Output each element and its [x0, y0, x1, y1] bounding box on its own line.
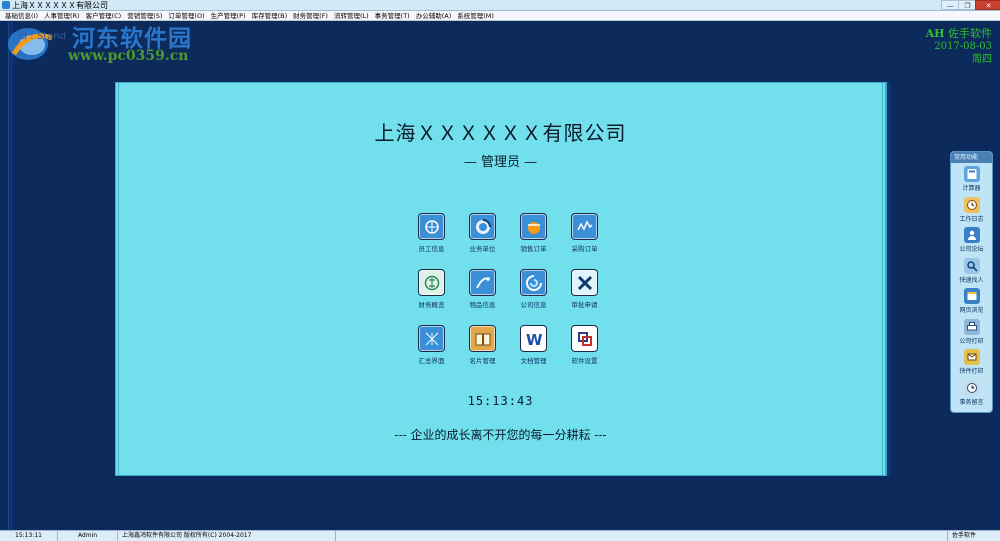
tile-summary-label: 汇总界面 — [418, 357, 445, 365]
tile-finance-label: 财务概览 — [418, 301, 445, 309]
status-spacer — [336, 531, 948, 541]
title-bar: 上海ＸＸＸＸＸＸ有限公司 — ❐ ✕ — [0, 0, 1000, 11]
tile-card-manage-label: 名片管理 — [469, 357, 496, 365]
tile-item-info-label: 物品信息 — [469, 301, 496, 309]
card-manage-icon — [469, 325, 496, 352]
tile-finance[interactable]: 财务概览 — [406, 269, 457, 309]
status-time: 15:13:11 — [0, 531, 58, 541]
brand-weekday: 周四 — [972, 54, 992, 65]
tile-purchase-order-label: 采购订单 — [571, 245, 598, 253]
quick-calculator[interactable]: 计算器 — [951, 163, 992, 194]
brand-ah: AH — [925, 27, 945, 40]
quick-forum-label: 公司论坛 — [959, 246, 984, 253]
svg-text:W: W — [526, 331, 543, 348]
status-user: Admin — [58, 531, 118, 541]
tile-approval[interactable]: 审批申请 — [559, 269, 610, 309]
employee-icon — [418, 213, 445, 240]
app-icon — [2, 1, 10, 9]
business-unit-icon — [469, 213, 496, 240]
forum-icon — [963, 227, 980, 243]
tile-summary[interactable]: 汇总界面 — [406, 325, 457, 365]
sales-order-icon — [520, 213, 547, 240]
document-icon: W — [520, 325, 547, 352]
quick-calculator-label: 计算器 — [962, 185, 981, 192]
quick-printer-label: 公司打印 — [959, 337, 984, 345]
close-button[interactable]: ✕ — [975, 0, 1000, 10]
tile-item-info[interactable]: 物品信息 — [457, 269, 508, 309]
message-icon — [963, 379, 980, 396]
purchase-order-icon — [571, 213, 598, 240]
main-panel: 上海ＸＸＸＸＸＸ有限公司 — 管理员 — 员工信息 业务单位 销售订单 采购订单… — [115, 82, 891, 476]
quick-browser-label: 网页浏览 — [959, 307, 984, 314]
quick-work-log[interactable]: 工作日志 — [951, 194, 992, 225]
watermark-logo-icon — [8, 28, 53, 60]
menu-inventory[interactable]: 库存管理(B) — [249, 11, 291, 20]
left-border-strip — [0, 22, 9, 530]
tile-business-unit[interactable]: 业务单位 — [457, 213, 508, 253]
settings-icon — [571, 325, 598, 352]
left-border-inner — [10, 22, 13, 530]
find-person-icon — [963, 257, 980, 274]
window-title: 上海ＸＸＸＸＸＸ有限公司 — [12, 1, 108, 10]
quick-find-person[interactable]: 快速找人 — [951, 255, 992, 286]
tile-sales-order[interactable]: 销售订单 — [508, 213, 559, 253]
brand-date: 2017-08-03 — [934, 41, 992, 52]
calculator-icon — [963, 166, 980, 182]
function-grid: 员工信息 业务单位 销售订单 采购订单 财务概览 物品信息 公司信息 审批申请 … — [406, 213, 611, 365]
brand-block: AH 佐手软件 2017-08-03 周四 — [926, 27, 992, 66]
tile-card-manage[interactable]: 名片管理 — [457, 325, 508, 365]
status-copyright: 上海鑫鸿软件有限公司 版权所有(C) 2004-2017 — [118, 531, 336, 541]
quick-forum[interactable]: 公司论坛 — [951, 224, 992, 255]
quick-browser[interactable]: 网页浏览 — [951, 285, 992, 316]
tile-purchase-order[interactable]: 采购订单 — [559, 213, 610, 253]
tile-company-info[interactable]: 公司信息 — [508, 269, 559, 309]
finance-icon — [418, 269, 445, 296]
menu-flow[interactable]: 流转管理(L) — [331, 11, 372, 20]
approval-icon — [571, 269, 598, 296]
menu-basic-info[interactable]: 基础信息(I) — [2, 11, 41, 20]
company-info-icon — [520, 269, 547, 296]
quick-functions-panel: 常用功能 计算器 工作日志 公司论坛 快速找人 网页浏览 公司打印 快件打印 事… — [950, 151, 993, 413]
company-title: 上海ＸＸＸＸＸＸ有限公司 — [374, 121, 627, 145]
role-label: — 管理员 — — [463, 155, 538, 170]
tile-approval-label: 审批申请 — [571, 301, 598, 309]
quick-express-print-label: 快件打印 — [959, 368, 984, 375]
tile-sales-order-label: 销售订单 — [520, 245, 547, 253]
tile-settings[interactable]: 软件设置 — [559, 325, 610, 365]
quick-express-print[interactable]: 快件打印 — [951, 346, 992, 377]
quick-work-log-label: 工作日志 — [959, 215, 984, 223]
watermark-url: www.pc0359.cn — [68, 48, 189, 64]
menu-system[interactable]: 系统管理(M) — [454, 11, 497, 20]
tile-document[interactable]: W 文档管理 — [508, 325, 559, 365]
clock: 15:13:43 — [467, 394, 534, 408]
tile-settings-label: 软件设置 — [571, 357, 598, 365]
tile-employee[interactable]: 员工信息 — [406, 213, 457, 253]
tile-employee-label: 员工信息 — [418, 245, 445, 253]
brand-name: 佐手软件 — [948, 27, 992, 40]
status-brand: 佐手软件 — [952, 532, 977, 539]
tile-business-unit-label: 业务单位 — [469, 245, 496, 253]
menu-office[interactable]: 办公辅助(A) — [413, 11, 455, 20]
quick-printer[interactable]: 公司打印 — [951, 316, 992, 347]
quick-find-person-label: 快速找人 — [959, 276, 984, 284]
work-log-icon — [963, 196, 980, 213]
panel-right-rail — [886, 82, 891, 476]
login-id-hint: id : Stand — [18, 31, 66, 42]
brand-name-line: AH 佐手软件 — [926, 27, 992, 40]
item-info-icon — [469, 269, 496, 296]
quick-message-label: 事务留言 — [959, 398, 984, 406]
menu-production[interactable]: 生产管理(P) — [208, 11, 249, 20]
slogan: --- 企业的成长离不开您的每一分耕耘 --- — [394, 428, 607, 442]
quick-panel-title: 常用功能 — [951, 152, 992, 163]
menu-affairs[interactable]: 事务管理(T) — [372, 11, 413, 20]
status-bar: 15:13:11 Admin 上海鑫鸿软件有限公司 版权所有(C) 2004-2… — [0, 530, 1000, 541]
printer-icon — [963, 318, 980, 335]
summary-icon — [418, 325, 445, 352]
browser-icon — [963, 288, 980, 304]
tile-company-info-label: 公司信息 — [520, 301, 547, 309]
quick-message[interactable]: 事务留言 — [951, 377, 992, 408]
menu-finance[interactable]: 财务管理(F) — [290, 11, 331, 20]
express-print-icon — [963, 349, 980, 365]
tile-document-label: 文档管理 — [520, 357, 547, 365]
